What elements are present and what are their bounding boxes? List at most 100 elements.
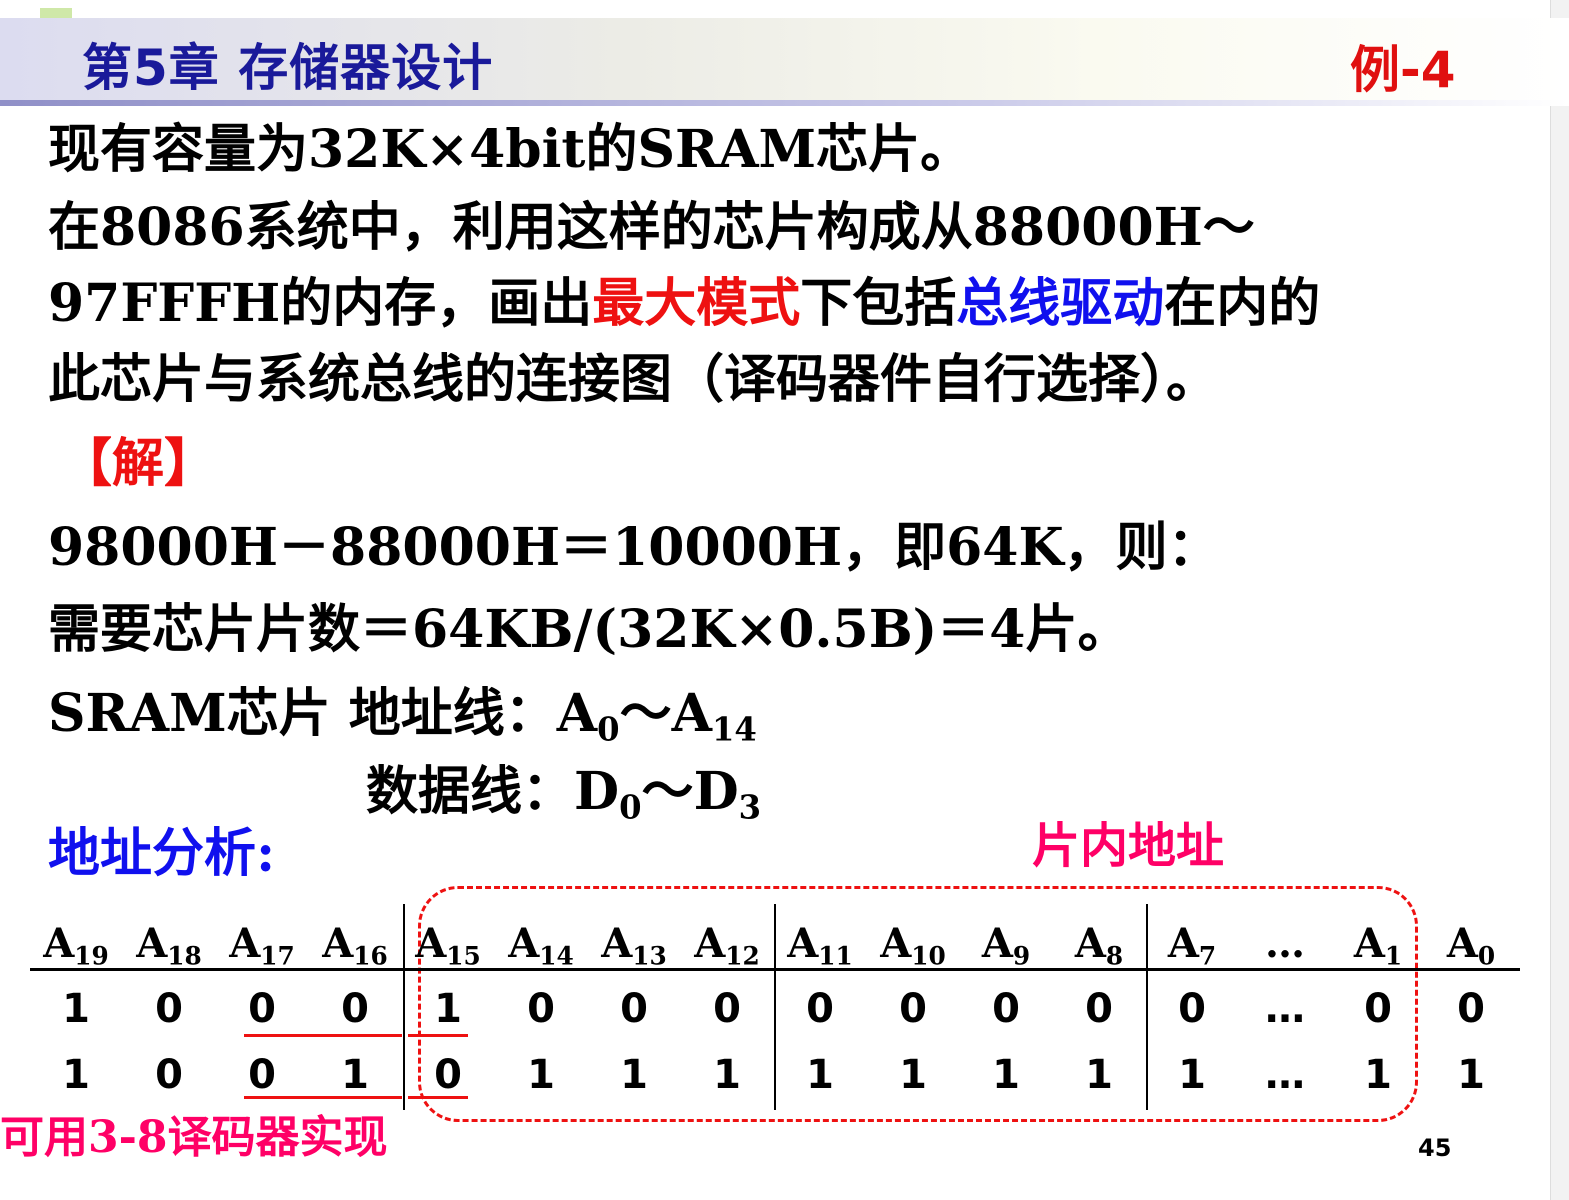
bit-value: 1	[1178, 1052, 1206, 1098]
bit-index: 0	[1477, 941, 1496, 971]
problem-line-1: 现有容量为32K×4bit的SRAM芯片。	[48, 119, 973, 180]
address-analysis-label: 地址分析:	[48, 823, 276, 884]
bit-value: 0	[1178, 986, 1206, 1032]
bit-index: 11	[818, 941, 853, 971]
bit-value: 0	[248, 986, 276, 1032]
solution-line-2: 需要芯片片数＝64KB/(32K×0.5B)＝4片。	[48, 599, 1130, 660]
solution-line-1: 98000H－88000H＝10000H，即64K，则：	[48, 517, 1220, 578]
bit-index: 17	[260, 941, 295, 971]
bit-value: 0	[899, 986, 927, 1032]
bit-index: 13	[632, 941, 667, 971]
bit-value: 0	[1457, 986, 1485, 1032]
bit-letter: A	[694, 920, 726, 967]
decoder-note: 可用3-8译码器实现	[0, 1112, 388, 1163]
bit-header: …	[1265, 920, 1305, 967]
bit-index: 12	[725, 941, 760, 971]
bit-letter: A	[136, 920, 168, 967]
group-divider	[1146, 904, 1148, 1110]
bit-index: 8	[1105, 941, 1124, 971]
a17-a16-underline	[244, 1034, 402, 1037]
bit-index: 19	[74, 941, 109, 971]
bit-index: 10	[911, 941, 946, 971]
bit-header: A1	[1338, 920, 1418, 970]
text: 97FFFH的内存，画出	[48, 273, 593, 334]
bit-value: 1	[62, 986, 90, 1032]
bit-value: 1	[992, 1052, 1020, 1098]
problem-line-4: 此芯片与系统总线的连接图（译码器件自行选择）。	[48, 349, 1219, 410]
bit-value: 0	[806, 986, 834, 1032]
subscript: 0	[597, 710, 620, 749]
subscript: 14	[711, 710, 757, 749]
bit-index: 7	[1198, 941, 1217, 971]
bit-letter: A	[229, 920, 261, 967]
bit-header: A13	[594, 920, 674, 970]
bit-value: 0	[155, 986, 183, 1032]
bit-header: A17	[222, 920, 302, 970]
example-label: 例-4	[1350, 41, 1456, 99]
bit-letter: A	[880, 920, 912, 967]
bit-value: 0	[155, 1052, 183, 1098]
text: ～	[641, 761, 694, 822]
bit-header: A10	[873, 920, 953, 970]
group-divider	[403, 904, 405, 1110]
problem-line-3: 97FFFH的内存，画出最大模式下包括总线驱动在内的	[48, 278, 1320, 330]
bit-header: A11	[780, 920, 860, 970]
bit-index: 14	[539, 941, 574, 971]
bit-letter: A	[508, 920, 540, 967]
a15-underline	[408, 1034, 468, 1037]
problem-line-2: 在8086系统中，利用这样的芯片构成从88000H～	[48, 197, 1255, 258]
bit-letter: A	[981, 920, 1013, 967]
bit-value: 0	[1364, 986, 1392, 1032]
bit-header: A9	[966, 920, 1046, 970]
highlight-max-mode: 最大模式	[592, 273, 801, 334]
bit-letter: A	[43, 920, 75, 967]
bit-header: A8	[1059, 920, 1139, 970]
bit-letter: A	[787, 920, 819, 967]
bit-index: 15	[446, 941, 481, 971]
bit-header: A12	[687, 920, 767, 970]
bit-value: 1	[341, 1052, 369, 1098]
bit-value: 1	[1085, 1052, 1113, 1098]
bit-value: 0	[434, 1052, 462, 1098]
slide-title: 第5章 存储器设计	[82, 39, 494, 97]
bit-value: 1	[1364, 1052, 1392, 1098]
group-divider	[774, 904, 776, 1110]
text: ～	[619, 683, 672, 744]
bit-header: A18	[129, 920, 209, 970]
bit-value: …	[1265, 986, 1305, 1032]
bit-value: 1	[527, 1052, 555, 1098]
bit-letter: A	[415, 920, 447, 967]
bit-value: 1	[899, 1052, 927, 1098]
bit-value: 0	[527, 986, 555, 1032]
text: SRAM芯片 地址线：	[48, 683, 557, 744]
text: 在内的	[1164, 273, 1321, 334]
text: A	[671, 683, 712, 744]
bit-letter: A	[601, 920, 633, 967]
bit-value: 1	[713, 1052, 741, 1098]
text: D	[693, 761, 739, 822]
bit-letter: A	[1074, 920, 1106, 967]
bit-value: 1	[806, 1052, 834, 1098]
address-lines: SRAM芯片 地址线：A0～A14	[48, 688, 757, 746]
highlight-bus-driver: 总线驱动	[956, 273, 1165, 334]
bit-header: A0	[1431, 920, 1511, 970]
data-lines: 数据线：D0～D3	[366, 766, 761, 824]
bit-header: A15	[408, 920, 488, 970]
bit-letter: A	[1167, 920, 1199, 967]
a17-a16-underline	[244, 1096, 402, 1099]
scrollbar[interactable]	[1550, 0, 1569, 1200]
bit-letter: A	[322, 920, 354, 967]
bit-value: 0	[1085, 986, 1113, 1032]
bit-value: 0	[341, 986, 369, 1032]
text: 数据线：	[366, 761, 575, 822]
text: D	[574, 761, 620, 822]
bit-value: 1	[62, 1052, 90, 1098]
bit-header: A7	[1152, 920, 1232, 970]
bit-value: 0	[992, 986, 1020, 1032]
bit-header: A14	[501, 920, 581, 970]
subscript: 0	[619, 788, 642, 827]
bit-letter: A	[1446, 920, 1478, 967]
header-underline	[0, 100, 1569, 106]
bit-header: A19	[36, 920, 116, 970]
bit-index: 1	[1384, 941, 1403, 971]
